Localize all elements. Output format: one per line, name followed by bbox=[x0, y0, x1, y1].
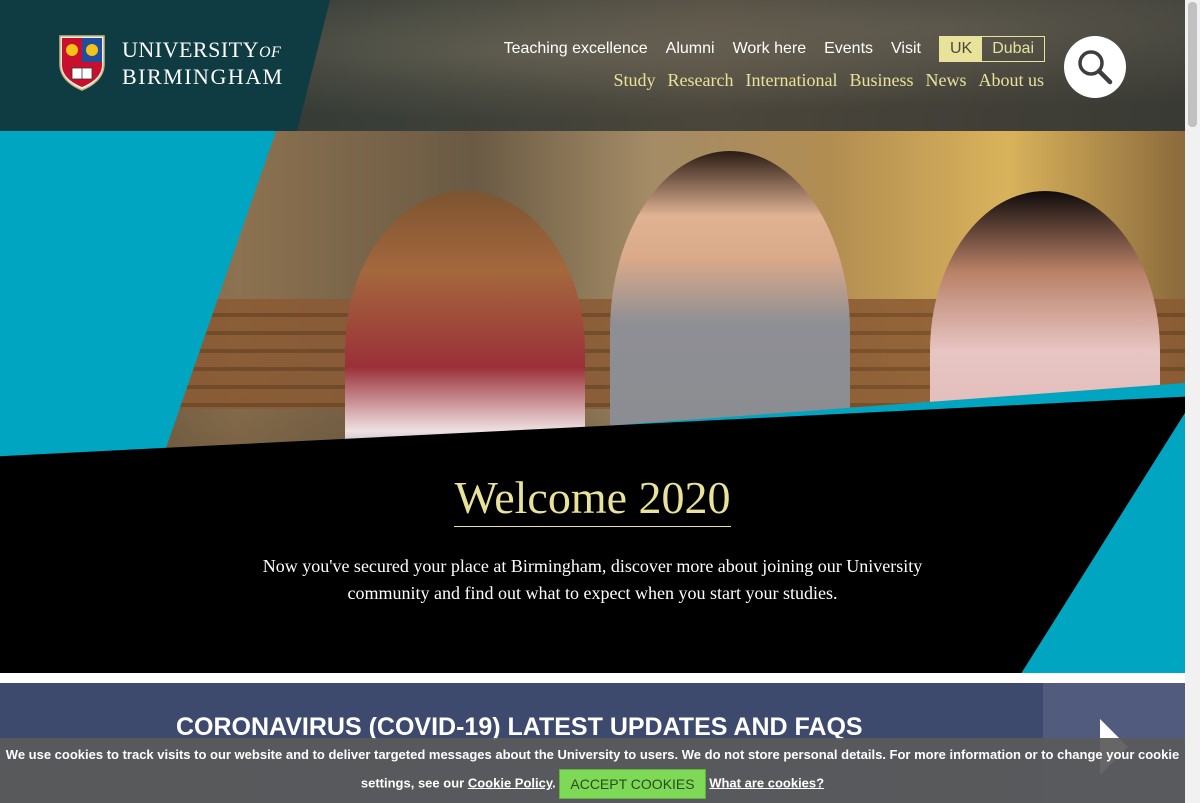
crest-icon bbox=[59, 35, 105, 91]
university-wordmark: UNIVERSITYOF BIRMINGHAM bbox=[122, 36, 284, 89]
secondary-nav: Teaching excellence Alumni Work here Eve… bbox=[504, 36, 1045, 62]
cookie-period: . bbox=[552, 775, 556, 791]
search-button[interactable] bbox=[1064, 36, 1126, 98]
welcome-block: Welcome 2020 Now you've secured your pla… bbox=[0, 471, 1185, 607]
wordmark-of: OF bbox=[259, 43, 282, 61]
nav-international[interactable]: International bbox=[746, 70, 838, 91]
what-are-cookies-link[interactable]: What are cookies? bbox=[709, 775, 824, 790]
nav-news[interactable]: News bbox=[925, 70, 966, 91]
welcome-title-link[interactable]: Welcome 2020 bbox=[454, 471, 731, 527]
cookie-policy-link[interactable]: Cookie Policy bbox=[468, 775, 552, 790]
nav-visit[interactable]: Visit bbox=[891, 40, 921, 58]
wordmark-line1: UNIVERSITY bbox=[122, 36, 259, 62]
page-viewport: UNIVERSITYOF BIRMINGHAM Teaching excelle… bbox=[0, 0, 1185, 803]
wordmark-line2: BIRMINGHAM bbox=[122, 63, 284, 89]
nav-work-here[interactable]: Work here bbox=[733, 40, 807, 58]
nav-alumni[interactable]: Alumni bbox=[666, 40, 715, 58]
campus-switch: UK Dubai bbox=[938, 36, 1045, 62]
search-icon bbox=[1078, 50, 1113, 85]
nav-events[interactable]: Events bbox=[824, 40, 873, 58]
site-header: UNIVERSITYOF BIRMINGHAM Teaching excelle… bbox=[0, 0, 1185, 131]
university-logo[interactable]: UNIVERSITYOF BIRMINGHAM bbox=[58, 34, 284, 92]
nav-about-us[interactable]: About us bbox=[978, 70, 1044, 91]
campus-uk-button[interactable]: UK bbox=[939, 37, 983, 61]
campus-dubai-button[interactable]: Dubai bbox=[982, 37, 1044, 61]
nav-business[interactable]: Business bbox=[849, 70, 913, 91]
welcome-text: Now you've secured your place at Birming… bbox=[262, 556, 923, 603]
scrollbar-thumb[interactable] bbox=[1188, 2, 1197, 127]
nav-study[interactable]: Study bbox=[614, 70, 656, 91]
nav-teaching-excellence[interactable]: Teaching excellence bbox=[504, 40, 648, 58]
primary-nav: Study Research International Business Ne… bbox=[614, 70, 1044, 91]
accept-cookies-button[interactable]: ACCEPT COOKIES bbox=[559, 769, 706, 799]
hero-section: Welcome 2020 Now you've secured your pla… bbox=[0, 131, 1185, 673]
page-scrollbar[interactable] bbox=[1185, 0, 1200, 803]
cookie-banner: We use cookies to track visits to our we… bbox=[0, 738, 1185, 803]
nav-research[interactable]: Research bbox=[668, 70, 734, 91]
